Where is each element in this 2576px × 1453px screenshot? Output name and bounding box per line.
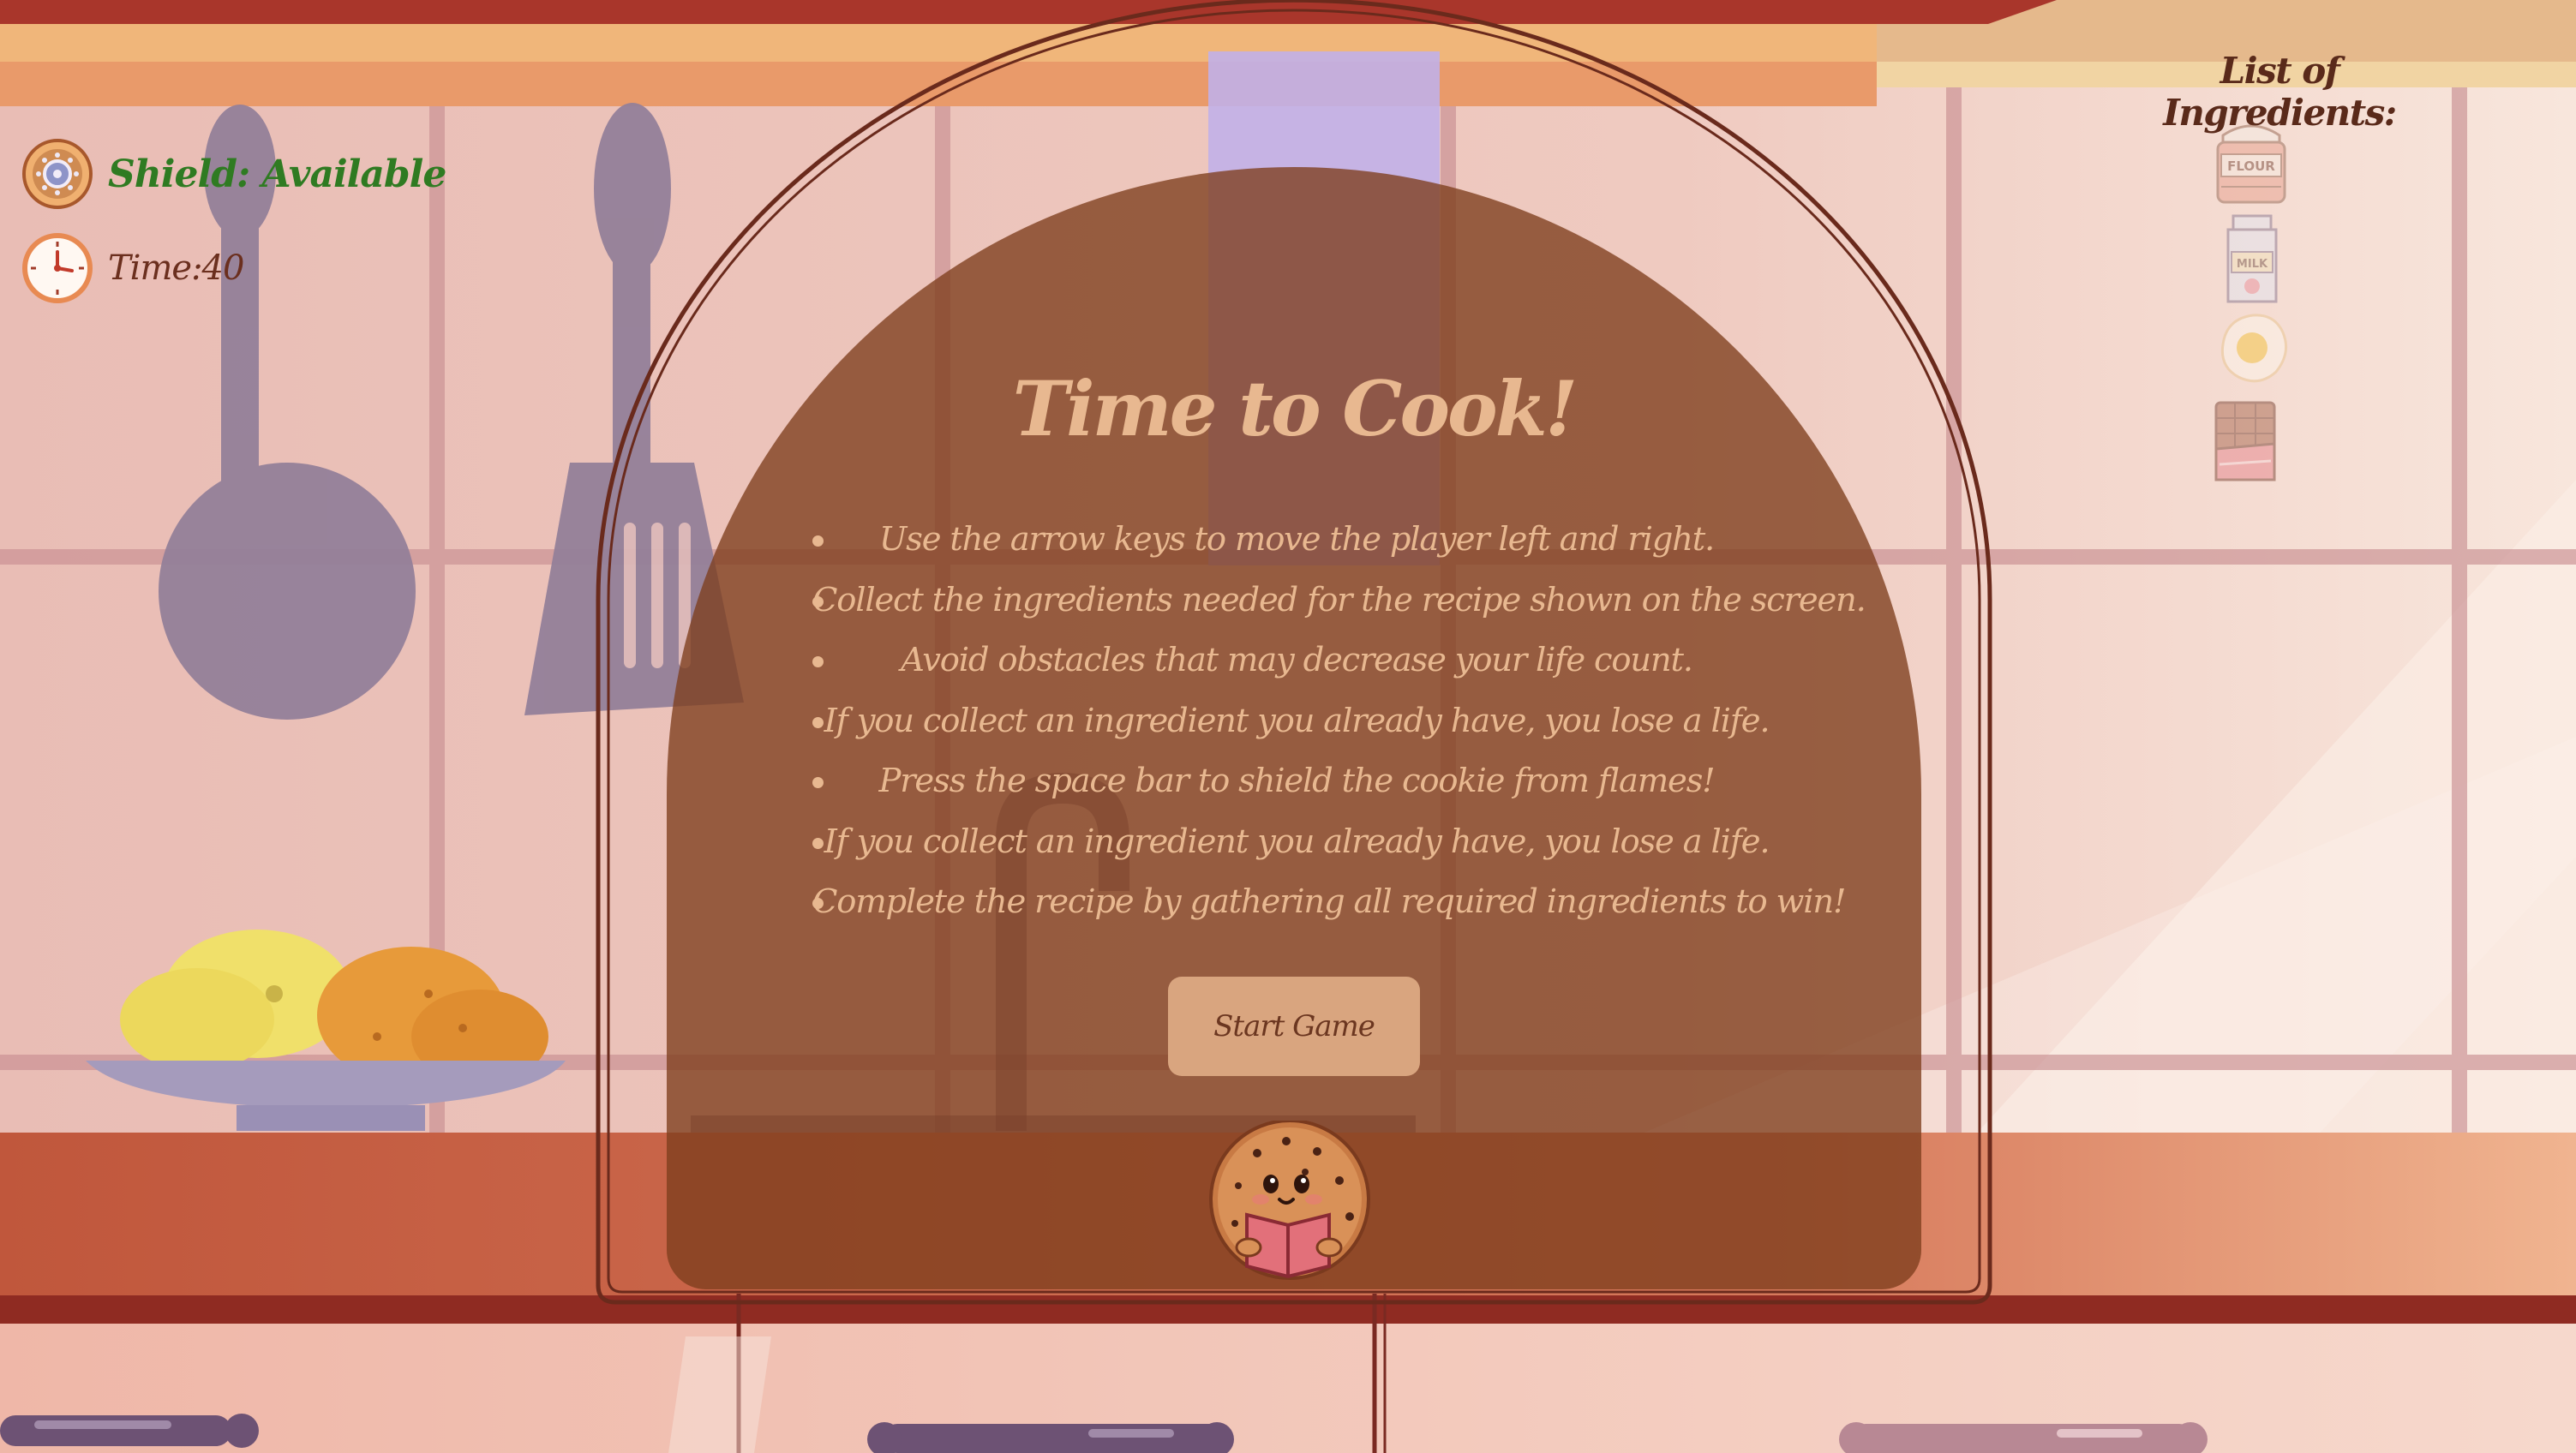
shield-icon xyxy=(22,139,93,209)
milk-icon: MILK xyxy=(2218,212,2295,303)
modal-title: Time to Cook! xyxy=(1012,364,1579,453)
flour-label: FLOUR xyxy=(2227,158,2275,174)
chocolate-icon xyxy=(2211,399,2288,485)
rule-item: Collect the ingredients needed for the r… xyxy=(812,571,1866,631)
rules-list: Use the arrow keys to move the player le… xyxy=(812,510,1866,933)
rule-item: If you collect an ingredient you already… xyxy=(812,691,1781,752)
rule-item: Use the arrow keys to move the player le… xyxy=(812,510,1781,571)
rule-item: Press the space bar to shield the cookie… xyxy=(812,751,1781,812)
game-stage: Shield: Available Time:40 List of Ingred… xyxy=(0,0,2576,1453)
egg-icon xyxy=(2214,310,2291,396)
clock-icon xyxy=(22,233,93,303)
rule-item: Complete the recipe by gathering all req… xyxy=(812,872,1846,933)
start-game-button[interactable]: Start Game xyxy=(1168,977,1420,1076)
cookie-player xyxy=(1204,1119,1375,1283)
timer: Time:40 xyxy=(22,233,244,303)
shield-status: Shield: Available xyxy=(22,139,446,209)
time-label: Time:40 xyxy=(108,248,244,288)
flour-icon: FLOUR xyxy=(2213,120,2290,206)
shield-label: Shield: Available xyxy=(108,152,446,196)
milk-label: MILK xyxy=(2237,258,2268,271)
rule-item: If you collect an ingredient you already… xyxy=(812,812,1781,873)
rule-item: Avoid obstacles that may decrease your l… xyxy=(812,631,1781,691)
